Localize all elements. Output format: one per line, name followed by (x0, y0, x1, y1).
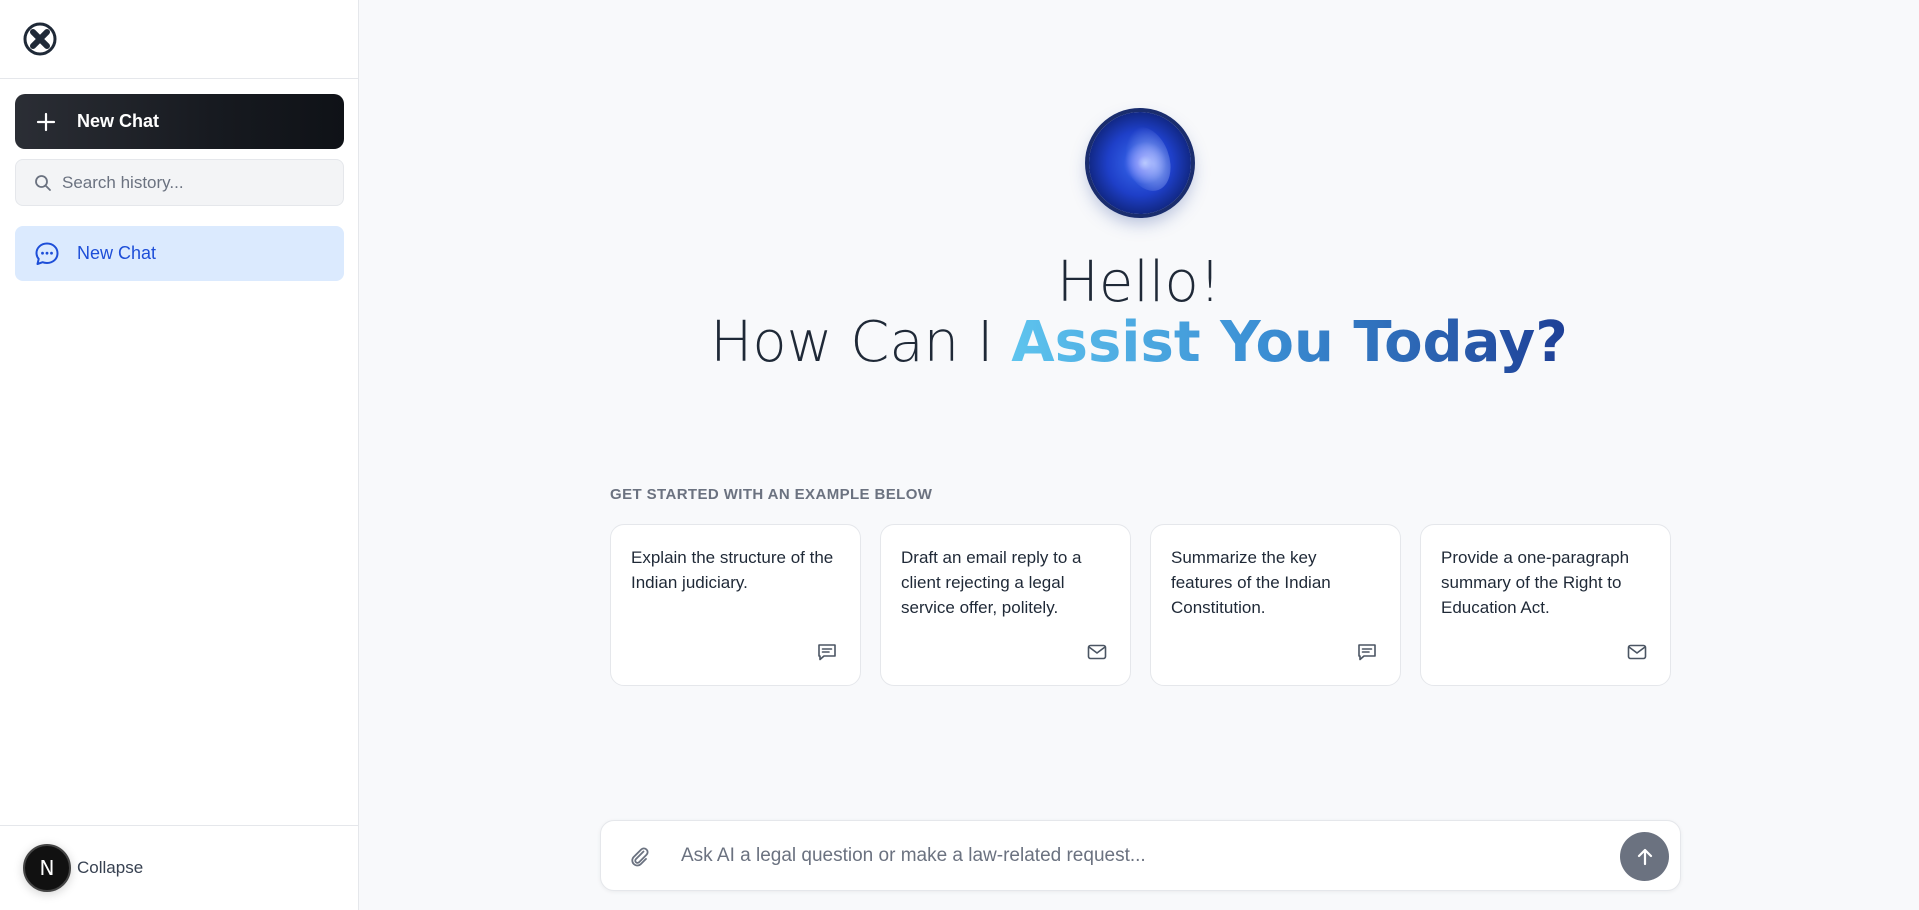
chat-composer (600, 820, 1681, 891)
example-card[interactable]: Summarize the key features of the Indian… (1150, 524, 1401, 686)
examples-heading: GET STARTED WITH AN EXAMPLE BELOW (610, 486, 933, 503)
example-card[interactable]: Provide a one-paragraph summary of the R… (1420, 524, 1671, 686)
example-card-text: Summarize the key features of the Indian… (1171, 548, 1331, 617)
main-area: Hello! How Can I Assist You Today? GET S… (359, 0, 1919, 910)
search-icon (35, 174, 51, 191)
collapse-button[interactable]: Collapse (77, 858, 143, 878)
sidebar-header (0, 0, 358, 79)
greeting-plain: How Can I (710, 310, 1012, 375)
sidebar-footer: N Collapse (0, 825, 358, 910)
message-square-icon (818, 644, 836, 661)
example-card-text: Explain the structure of the Indian judi… (631, 548, 834, 592)
example-card[interactable]: Explain the structure of the Indian judi… (610, 524, 861, 686)
greeting-hello: Hello! (1056, 250, 1222, 315)
example-card-text: Provide a one-paragraph summary of the R… (1441, 548, 1630, 617)
search-history-input[interactable] (62, 172, 332, 193)
example-card[interactable]: Draft an email reply to a client rejecti… (880, 524, 1131, 686)
x-circle-logo-icon[interactable] (22, 21, 58, 57)
new-chat-button[interactable]: New Chat (15, 94, 344, 149)
search-history-box[interactable] (15, 159, 344, 206)
avatar[interactable]: N (23, 844, 71, 892)
send-button[interactable] (1620, 832, 1669, 881)
mail-icon (1087, 644, 1107, 660)
sidebar: New Chat New Chat N Collapse (0, 0, 359, 910)
arrow-up-icon (1637, 848, 1652, 865)
history-item-label: New Chat (77, 243, 157, 263)
chat-bubble-icon (35, 242, 59, 265)
example-card-text: Draft an email reply to a client rejecti… (901, 548, 1082, 617)
new-chat-label: New Chat (77, 111, 160, 131)
plus-icon (36, 112, 56, 131)
ai-orb-icon (1089, 112, 1191, 214)
message-square-icon (1358, 644, 1376, 661)
greeting-headline: How Can I Assist You Today? (359, 310, 1919, 375)
chat-input[interactable] (681, 844, 1601, 867)
example-cards: Explain the structure of the Indian judi… (610, 524, 1671, 686)
greeting-highlight: Assist You Today? (1011, 310, 1568, 375)
mail-icon (1627, 644, 1647, 660)
paperclip-icon[interactable] (627, 844, 651, 868)
history-item[interactable]: New Chat (15, 226, 344, 281)
avatar-initial: N (39, 856, 55, 880)
